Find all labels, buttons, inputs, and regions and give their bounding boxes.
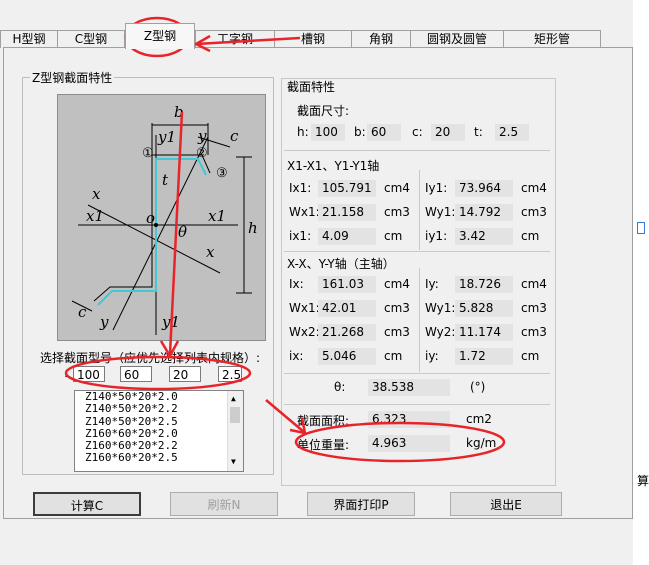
annotation-arrow-down [168,111,184,355]
tab-z-steel[interactable]: Z型钢 [125,23,195,49]
annotation-arrow-result [265,399,305,433]
annotation-ellipse-inputs [64,355,252,391]
annotation-overlay [64,16,506,463]
annotation-arrow-tab [195,36,301,46]
annotation-ellipse-weight [294,421,506,463]
